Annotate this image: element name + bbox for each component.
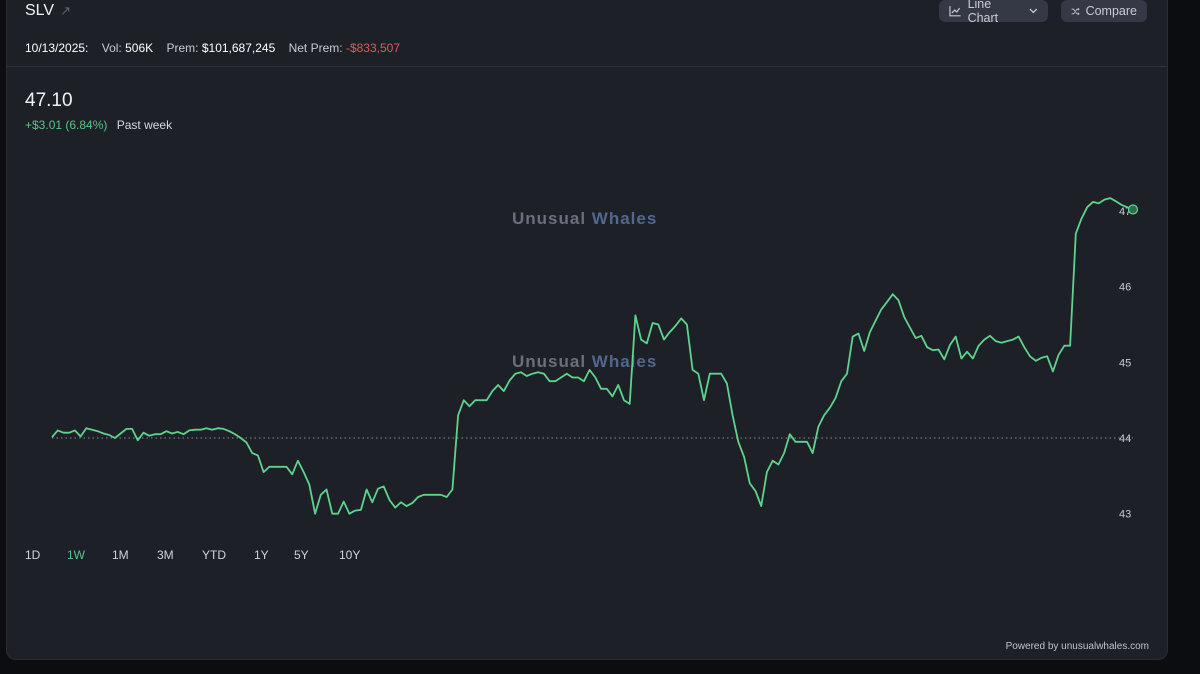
y-tick-label: 46 — [1119, 282, 1131, 294]
watermark-word-2: Whales — [592, 352, 658, 371]
watermark-1: Unusual Whales — [512, 209, 657, 228]
watermark-word-2: Whales — [592, 209, 658, 228]
watermark-word-1: Unusual — [512, 352, 592, 371]
range-1d[interactable]: 1D — [25, 548, 67, 562]
watermark-word-1: Unusual — [512, 209, 592, 228]
range-ytd[interactable]: YTD — [202, 548, 254, 562]
range-10y[interactable]: 10Y — [339, 548, 379, 562]
range-selector: 1D 1W 1M 3M YTD 1Y 5Y 10Y — [25, 548, 379, 562]
range-5y[interactable]: 5Y — [294, 548, 339, 562]
y-tick-label: 44 — [1119, 433, 1131, 445]
range-3m[interactable]: 3M — [157, 548, 202, 562]
chart-panel: SLV ↗ Line Chart Compare 10/13/2025: Vol… — [6, 0, 1168, 660]
powered-by: Powered by unusualwhales.com — [1005, 641, 1149, 652]
range-1m[interactable]: 1M — [112, 548, 157, 562]
watermark-2: Unusual Whales — [512, 352, 657, 371]
range-1w[interactable]: 1W — [67, 548, 112, 562]
y-tick-label: 45 — [1119, 357, 1131, 369]
y-tick-label: 43 — [1119, 509, 1131, 521]
last-point-marker — [1127, 204, 1139, 215]
range-1y[interactable]: 1Y — [254, 548, 294, 562]
